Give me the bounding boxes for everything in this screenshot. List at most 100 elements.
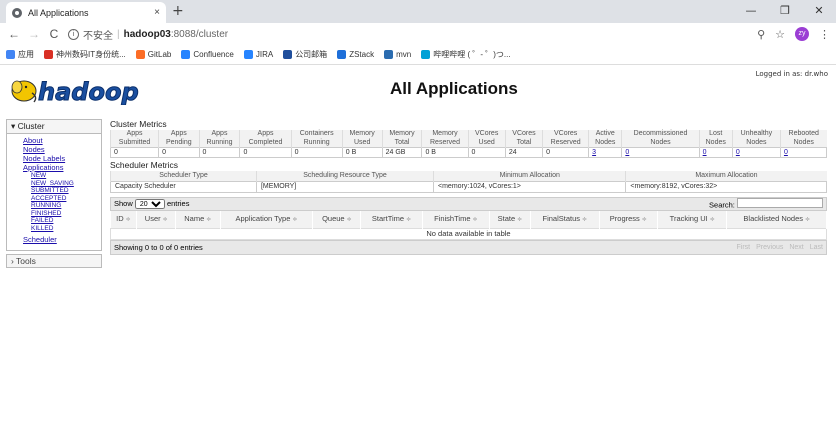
column-header[interactable]: Queue ≑ (312, 211, 362, 229)
metric-link[interactable]: 0 (784, 149, 788, 156)
nav-link-state-new_saving[interactable]: NEW_SAVING (31, 180, 91, 188)
tab-close-button[interactable]: × (154, 7, 160, 18)
sort-icon[interactable]: ≑ (517, 217, 522, 223)
bookmark-icon (421, 50, 431, 59)
menu-icon[interactable]: ⋮ (819, 28, 830, 41)
bookmark-label: 应用 (18, 50, 34, 59)
bookmark-icon (6, 50, 15, 59)
search-label: Search: (709, 200, 735, 210)
column-header[interactable]: User ≑ (136, 211, 177, 229)
new-tab-button[interactable]: + (172, 3, 184, 19)
search-input[interactable] (737, 198, 823, 209)
sort-icon[interactable]: ≑ (347, 217, 352, 223)
column-header[interactable]: FinishTime ≑ (422, 211, 490, 229)
nav-link-applications[interactable]: Applications (23, 163, 91, 172)
nav-link-about[interactable]: About (23, 136, 91, 145)
pager-last[interactable]: Last (810, 244, 823, 251)
bookmark-item[interactable]: 神州数码IT身份统... (44, 49, 126, 60)
sort-icon[interactable]: ≑ (710, 217, 715, 223)
column-header[interactable]: StartTime ≑ (360, 211, 423, 229)
url-field[interactable]: i 不安全 | hadoop03 :8088/cluster (68, 25, 757, 43)
sort-icon[interactable]: ≑ (126, 217, 131, 223)
sort-icon[interactable]: ≑ (406, 217, 411, 223)
sort-icon[interactable]: ≑ (582, 217, 587, 223)
column-header[interactable]: ID ≑ (110, 211, 138, 229)
nav-link-state-running[interactable]: RUNNING (31, 202, 91, 210)
entries-select[interactable]: 20 (134, 199, 165, 209)
nav-link-state-submitted[interactable]: SUBMITTED (31, 187, 91, 195)
sort-icon[interactable]: ≑ (163, 217, 168, 223)
sort-icon[interactable]: ≑ (642, 217, 647, 223)
nav-link-state-finished[interactable]: FINISHED (31, 210, 91, 218)
bookmark-label: Confluence (193, 50, 234, 59)
bookmark-item[interactable]: 哔哩哔哩 ( ゜- ゜)つ... (421, 49, 511, 60)
column-label: Queue (322, 214, 345, 223)
metric-header: Lost Nodes (698, 130, 733, 148)
nav-link-node-labels[interactable]: Node Labels (23, 154, 91, 163)
bookmark-item[interactable]: 公司邮箱 (283, 49, 327, 60)
nav-link-scheduler[interactable]: Scheduler (23, 235, 91, 244)
metric-value: 0 (158, 147, 200, 158)
metric-header: Memory Total (381, 130, 422, 148)
info-icon[interactable]: i (68, 28, 79, 40)
zoom-icon[interactable]: ⚲ (757, 28, 765, 41)
nav-link-state-killed[interactable]: KILLED (31, 225, 91, 233)
column-header[interactable]: Application Type ≑ (220, 211, 314, 229)
bookmark-item[interactable]: ZStack (337, 50, 374, 59)
column-header[interactable]: State ≑ (489, 211, 531, 229)
profile-avatar[interactable]: zy (795, 27, 809, 41)
forward-button[interactable]: → (26, 27, 42, 41)
bookmark-item[interactable]: 应用 (6, 49, 34, 60)
column-header[interactable]: FinalStatus ≑ (530, 211, 600, 229)
metric-link[interactable]: 0 (736, 149, 740, 156)
column-label: Application Type (235, 214, 291, 223)
bookmark-item[interactable]: GitLab (135, 50, 171, 59)
cluster-section-toggle[interactable]: ▾ Cluster (6, 119, 102, 134)
sort-icon[interactable]: ≑ (805, 217, 810, 223)
applications-table: ID ≑ User ≑ Name ≑ Application Type ≑ Queue ≑ Star… (110, 211, 827, 240)
bookmark-item[interactable]: Confluence (181, 50, 234, 59)
nav-link-state-failed[interactable]: FAILED (31, 217, 91, 225)
back-button[interactable]: ← (6, 27, 22, 41)
metric-link[interactable]: 0 (703, 149, 707, 156)
metric-value: 0 (779, 147, 828, 158)
tab-title: All Applications (28, 7, 89, 18)
apps-table-toolbar: Show 20 entries Search: (110, 197, 827, 211)
metric-header: Memory Used (341, 130, 383, 148)
sort-icon[interactable]: ≑ (206, 217, 211, 223)
left-nav: ▾ Cluster About Nodes Node Labels Applicati… (6, 119, 102, 268)
column-header[interactable]: Tracking UI ≑ (657, 211, 728, 229)
close-window-button[interactable]: ✕ (802, 0, 836, 22)
metric-value: 0 (698, 147, 733, 158)
metric-link[interactable]: 0 (625, 149, 629, 156)
restore-button[interactable]: ❐ (768, 0, 802, 22)
metric-header: Unhealthy Nodes (731, 130, 781, 148)
bookmark-item[interactable]: JIRA (243, 50, 273, 59)
pager-first[interactable]: First (737, 244, 751, 251)
pager-previous[interactable]: Previous (756, 244, 783, 251)
sort-icon[interactable]: ≑ (473, 217, 478, 223)
nav-link-state-accepted[interactable]: ACCEPTED (31, 195, 91, 203)
column-header[interactable]: Blacklisted Nodes ≑ (726, 211, 827, 229)
sort-icon[interactable]: ≑ (292, 217, 297, 223)
svg-text:hadoop: hadoop (38, 78, 139, 105)
browser-tab[interactable]: All Applications × (6, 2, 166, 23)
tools-section-toggle[interactable]: › Tools (6, 254, 102, 268)
column-header[interactable]: Name ≑ (175, 211, 221, 229)
minimize-button[interactable]: — (734, 0, 768, 22)
metric-header: Apps Submitted (109, 130, 159, 148)
star-icon[interactable]: ☆ (775, 28, 785, 41)
metric-header: Memory Reserved (421, 130, 468, 148)
metric-link[interactable]: 3 (592, 149, 596, 156)
reload-button[interactable]: C (46, 27, 62, 41)
nav-link-state-new[interactable]: NEW (31, 172, 91, 180)
bookmark-item[interactable]: mvn (384, 50, 411, 59)
column-header[interactable]: Progress ≑ (599, 211, 658, 229)
pager-next[interactable]: Next (789, 244, 803, 251)
nav-link-nodes[interactable]: Nodes (23, 145, 91, 154)
metric-value: 0 (239, 147, 292, 158)
cluster-metrics-title: Cluster Metrics (110, 119, 167, 129)
bookmarks-bar: 应用 神州数码IT身份统... GitLab Confluence JIRA 公司邮箱 ZS… (0, 45, 836, 65)
hadoop-logo: hadoop (11, 78, 139, 105)
page-content: Logged in as: dr.who hadoop All Applicat… (0, 65, 836, 444)
